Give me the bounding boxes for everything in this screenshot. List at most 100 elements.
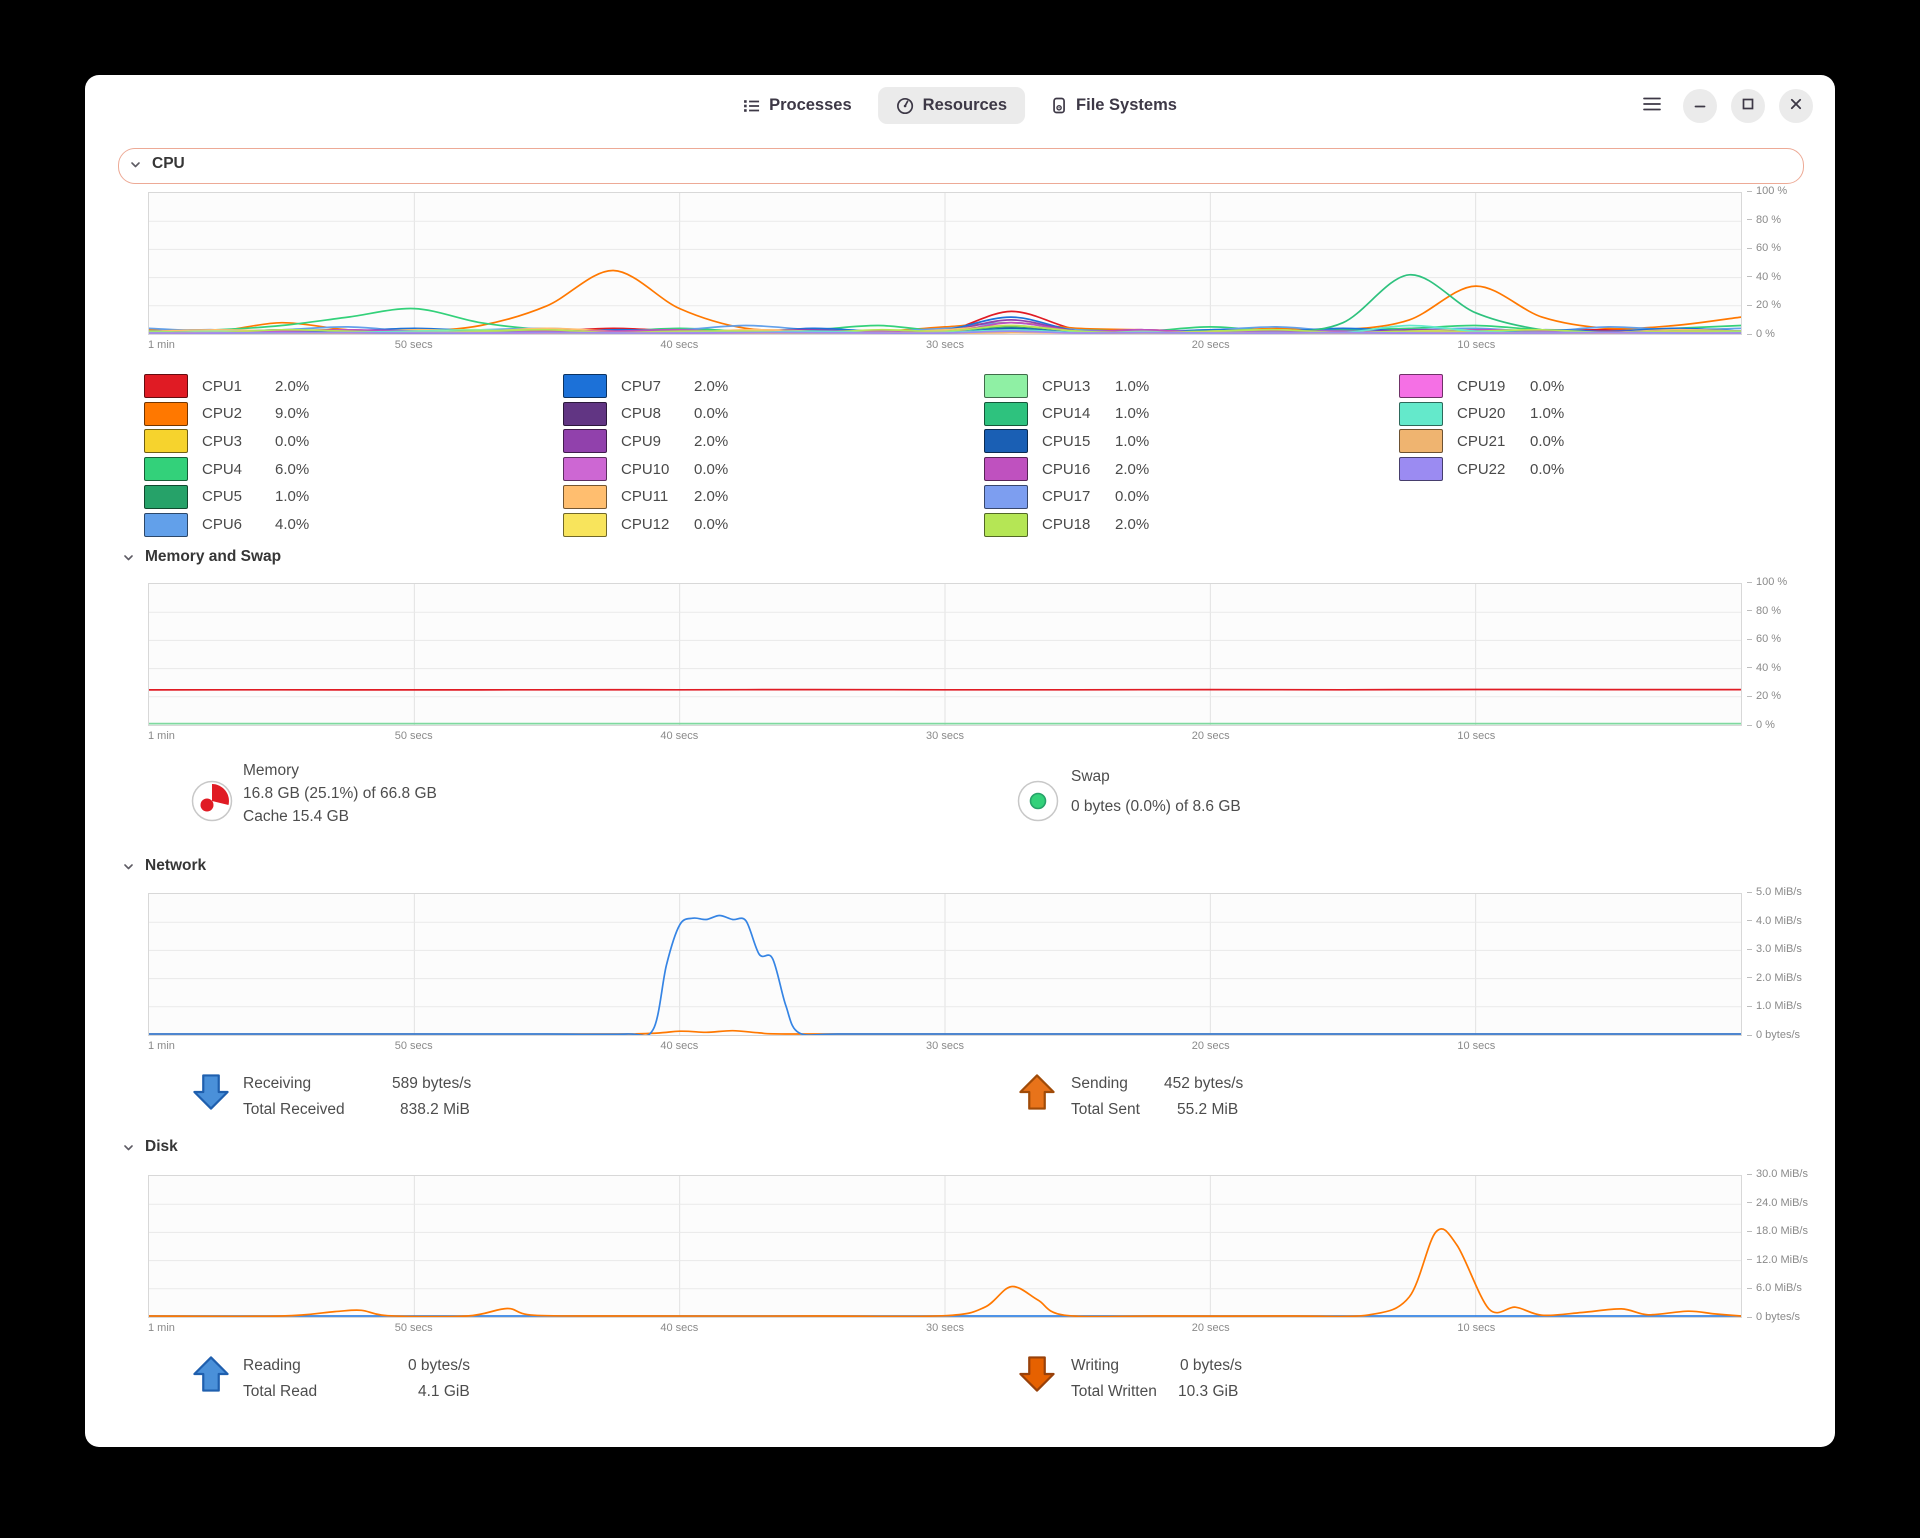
network-chevron-down-icon xyxy=(122,860,135,873)
cpu-section-header[interactable]: CPU xyxy=(129,155,185,173)
x-axis-tick-label: 40 secs xyxy=(660,1040,698,1052)
cpu-legend-value: 0.0% xyxy=(694,516,728,533)
cpu-color-swatch xyxy=(563,374,607,398)
sending-up-arrow-icon xyxy=(1017,1071,1057,1118)
disk-chart xyxy=(148,1175,1742,1318)
network-section-title: Network xyxy=(145,857,206,875)
cpu-legend-label: CPU14 xyxy=(1042,405,1090,422)
minimize-icon xyxy=(1693,97,1707,116)
cpu-header-focus-ring xyxy=(118,148,1804,184)
cpu-color-swatch xyxy=(563,402,607,426)
cpu-legend-item: CPU46.0% xyxy=(144,457,188,481)
minimize-button[interactable] xyxy=(1683,89,1717,123)
cpu-legend-label: CPU7 xyxy=(621,378,661,395)
x-axis-tick-label: 10 secs xyxy=(1457,339,1495,351)
tab-file-systems[interactable]: File Systems xyxy=(1033,87,1195,124)
window-controls xyxy=(1635,89,1813,123)
cpu-legend: CPU12.0%CPU29.0%CPU30.0%CPU46.0%CPU51.0%… xyxy=(144,374,1824,542)
cpu-legend-value: 0.0% xyxy=(1530,433,1564,450)
headerbar: Processes Resources File Systems xyxy=(85,75,1835,137)
cpu-color-swatch xyxy=(563,513,607,537)
memory-section-header[interactable]: Memory and Swap xyxy=(122,548,281,566)
cpu-legend-label: CPU2 xyxy=(202,405,242,422)
cpu-legend-value: 2.0% xyxy=(694,378,728,395)
cpu-legend-label: CPU6 xyxy=(202,516,242,533)
disk-y-axis: 30.0 MiB/s24.0 MiB/s18.0 MiB/s12.0 MiB/s… xyxy=(1747,1175,1837,1318)
cpu-legend-item: CPU92.0% xyxy=(563,429,607,453)
cpu-section-title: CPU xyxy=(152,155,185,173)
tab-processes[interactable]: Processes xyxy=(725,87,870,124)
y-axis-tick-label: 12.0 MiB/s xyxy=(1747,1254,1808,1266)
cpu-chart xyxy=(148,192,1742,335)
tab-resources[interactable]: Resources xyxy=(878,87,1025,124)
cpu-legend-value: 1.0% xyxy=(275,488,309,505)
x-axis-tick-label: 1 min xyxy=(148,730,175,742)
disk-chevron-down-icon xyxy=(122,1141,135,1154)
x-axis-tick-label: 50 secs xyxy=(395,339,433,351)
cpu-legend-item: CPU72.0% xyxy=(563,374,607,398)
total-received-value: 838.2 MiB xyxy=(400,1101,470,1119)
maximize-button[interactable] xyxy=(1731,89,1765,123)
x-axis-tick-label: 10 secs xyxy=(1457,1040,1495,1052)
cpu-color-swatch xyxy=(984,513,1028,537)
desktop-background: Processes Resources File Systems xyxy=(0,0,1920,1538)
writing-label: Writing xyxy=(1071,1357,1119,1375)
view-switcher: Processes Resources File Systems xyxy=(725,87,1195,124)
cpu-legend-value: 2.0% xyxy=(1115,461,1149,478)
x-axis-tick-label: 20 secs xyxy=(1192,339,1230,351)
primary-menu-button[interactable] xyxy=(1635,89,1669,123)
swap-dot-icon xyxy=(1017,780,1059,827)
cpu-legend-label: CPU9 xyxy=(621,433,661,450)
y-axis-tick-label: 18.0 MiB/s xyxy=(1747,1225,1808,1237)
y-axis-tick-label: 100 % xyxy=(1747,576,1787,588)
cpu-legend-value: 6.0% xyxy=(275,461,309,478)
x-axis-tick-label: 50 secs xyxy=(395,1322,433,1334)
cpu-color-swatch xyxy=(984,485,1028,509)
cpu-legend-item: CPU120.0% xyxy=(563,513,607,537)
network-section-header[interactable]: Network xyxy=(122,857,206,875)
processes-list-icon xyxy=(743,98,760,114)
writing-value: 0 bytes/s xyxy=(1180,1357,1242,1375)
cpu-legend-item: CPU220.0% xyxy=(1399,457,1443,481)
cpu-legend-item: CPU170.0% xyxy=(984,485,1028,509)
cpu-color-swatch xyxy=(1399,374,1443,398)
x-axis-tick-label: 50 secs xyxy=(395,730,433,742)
cpu-legend-label: CPU22 xyxy=(1457,461,1505,478)
close-button[interactable] xyxy=(1779,89,1813,123)
cpu-legend-value: 9.0% xyxy=(275,405,309,422)
cpu-legend-item: CPU210.0% xyxy=(1399,429,1443,453)
cpu-legend-label: CPU18 xyxy=(1042,516,1090,533)
reading-up-arrow-icon xyxy=(191,1353,231,1400)
cpu-color-swatch xyxy=(563,457,607,481)
close-icon xyxy=(1789,97,1803,116)
cpu-legend-label: CPU20 xyxy=(1457,405,1505,422)
total-sent-label: Total Sent xyxy=(1071,1101,1140,1119)
cpu-legend-value: 0.0% xyxy=(694,405,728,422)
disk-section-header[interactable]: Disk xyxy=(122,1138,178,1156)
cpu-color-swatch xyxy=(984,374,1028,398)
cpu-color-swatch xyxy=(144,457,188,481)
y-axis-tick-label: 2.0 MiB/s xyxy=(1747,972,1802,984)
x-axis-tick-label: 30 secs xyxy=(926,339,964,351)
cpu-legend-value: 0.0% xyxy=(694,461,728,478)
tab-file-systems-label: File Systems xyxy=(1076,96,1177,115)
x-axis-tick-label: 30 secs xyxy=(926,1040,964,1052)
cpu-legend-value: 2.0% xyxy=(694,488,728,505)
x-axis-tick-label: 10 secs xyxy=(1457,730,1495,742)
cpu-color-swatch xyxy=(563,485,607,509)
memory-chart xyxy=(148,583,1742,726)
cpu-legend-value: 0.0% xyxy=(275,433,309,450)
cpu-legend-label: CPU12 xyxy=(621,516,669,533)
total-written-label: Total Written xyxy=(1071,1383,1157,1401)
swap-label: Swap xyxy=(1071,768,1110,786)
cpu-legend-item: CPU112.0% xyxy=(563,485,607,509)
cpu-legend-value: 4.0% xyxy=(275,516,309,533)
cpu-color-swatch xyxy=(984,402,1028,426)
cpu-legend-label: CPU4 xyxy=(202,461,242,478)
swap-value: 0 bytes (0.0%) of 8.6 GB xyxy=(1071,798,1241,816)
memory-pie-icon xyxy=(191,780,233,827)
cpu-color-swatch xyxy=(1399,429,1443,453)
cpu-legend-label: CPU11 xyxy=(621,488,668,505)
x-axis-tick-label: 30 secs xyxy=(926,1322,964,1334)
x-axis-tick-label: 1 min xyxy=(148,1322,175,1334)
